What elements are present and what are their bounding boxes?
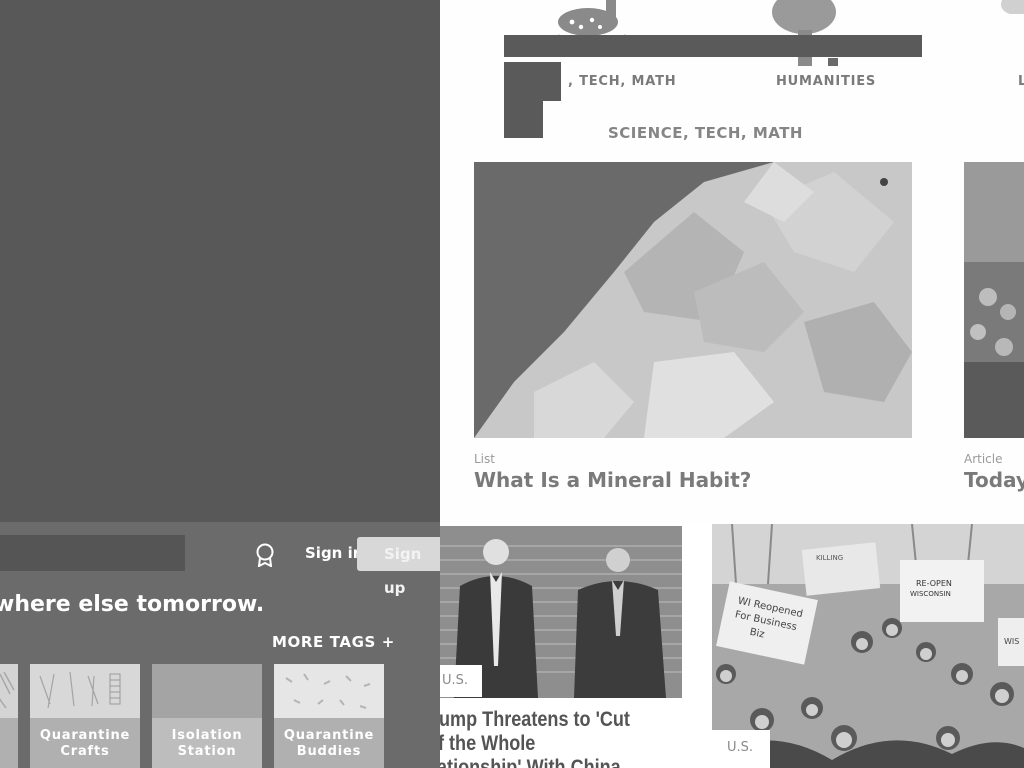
tag-label-line: Crafts <box>60 744 110 759</box>
sign-text: KILLING <box>816 554 843 562</box>
sign-text: WIS <box>1004 637 1019 646</box>
news-category-tag[interactable]: U.S. <box>712 730 770 768</box>
tag-tile-quarantine-crafts[interactable]: Quarantine Crafts <box>30 664 140 768</box>
redaction-bar <box>504 35 922 57</box>
news-headline[interactable]: rump Threatens to 'Cut ff the Whole lati… <box>440 708 647 768</box>
tag-tile-quarantine-buddies[interactable]: Quarantine Buddies <box>274 664 384 768</box>
news-category-tag[interactable]: U.S. <box>440 665 482 697</box>
sign-up-button[interactable]: Sign up <box>357 537 440 597</box>
card-type-label: Article <box>964 452 1003 466</box>
redaction-block <box>504 62 561 101</box>
category-illustration-icon <box>998 0 1024 24</box>
tag-label-line: Buddies <box>296 744 362 759</box>
category-page: , TECH, MATH HUMANITIES L SCIENCE, TECH,… <box>440 0 1024 522</box>
painting-image[interactable] <box>964 162 1024 438</box>
tag-label-line: Quarantine <box>39 728 131 743</box>
headline-line: ff the Whole <box>440 732 536 755</box>
redaction-block <box>504 101 543 138</box>
badge-icon[interactable] <box>254 543 276 568</box>
buddies-pattern-icon <box>274 664 384 718</box>
headline-line: rump Threatens to 'Cut <box>440 708 630 731</box>
card-title-link[interactable]: Today <box>964 468 1024 492</box>
section-title: SCIENCE, TECH, MATH <box>608 124 803 142</box>
llama-illustration-icon <box>548 0 632 68</box>
dark-overlay <box>0 0 440 522</box>
tag-label: Quarantine Crafts <box>30 718 140 768</box>
tag-tile[interactable] <box>0 664 18 768</box>
search-input[interactable] <box>0 535 185 571</box>
card-title-link[interactable]: What Is a Mineral Habit? <box>474 468 751 492</box>
tagline: where else tomorrow. <box>0 592 265 617</box>
tag-label-line: Station <box>177 744 237 759</box>
news-card[interactable]: U.S. rump Threatens to 'Cut ff the Whole… <box>440 522 690 768</box>
category-link-humanities[interactable]: HUMANITIES <box>776 74 876 89</box>
tag-label <box>0 718 18 768</box>
crafts-pattern-icon <box>30 664 140 718</box>
tag-tile-isolation-station[interactable]: Isolation Station <box>152 664 262 768</box>
more-tags-link[interactable]: MORE TAGS + <box>272 633 395 651</box>
sign-text: RE-OPEN <box>916 579 952 588</box>
mineral-image[interactable] <box>474 162 912 438</box>
tag-label: Isolation Station <box>152 718 262 768</box>
tag-label-line: Isolation <box>171 728 243 743</box>
tags-header-panel: Sign in Sign up where else tomorrow. MOR… <box>0 522 440 768</box>
tag-label-line: Quarantine <box>283 728 375 743</box>
category-link-stem[interactable]: , TECH, MATH <box>568 74 676 89</box>
card-type-label: List <box>474 452 495 466</box>
news-card[interactable]: KILLING RE-OPEN WISCONSIN WI Reopened Fo… <box>712 524 1024 768</box>
tag-pattern-icon <box>0 664 18 718</box>
sign-text: WISCONSIN <box>910 590 951 598</box>
sign-in-link[interactable]: Sign in <box>305 544 363 562</box>
category-link-partial[interactable]: L <box>1018 74 1024 89</box>
tag-label: Quarantine Buddies <box>274 718 384 768</box>
headline-line: lationship' With China <box>440 756 621 768</box>
isolation-pattern-icon <box>152 664 262 718</box>
